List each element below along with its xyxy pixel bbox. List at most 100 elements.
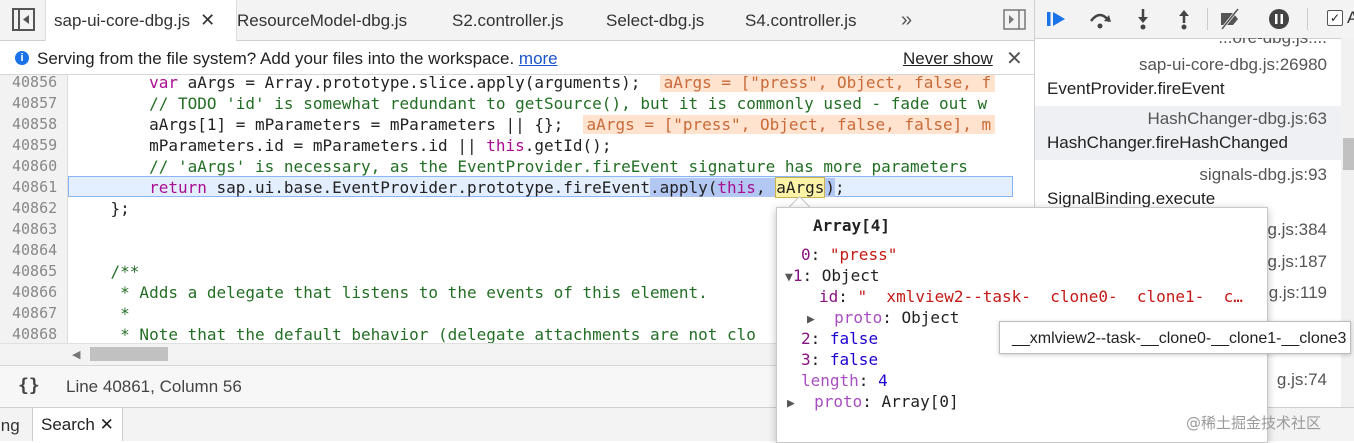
line-number[interactable]: 40858 (12, 114, 62, 135)
info-icon: i (15, 51, 29, 65)
debugger-toggle-icon[interactable] (1003, 9, 1026, 30)
code-line[interactable]: * (72, 303, 130, 324)
drawer-tab-label: Search (41, 415, 95, 434)
inline-value: aArgs = ["press", Object, false, f (659, 75, 996, 92)
frame-location: g.js:74 (1276, 370, 1327, 389)
code-text: * (72, 304, 130, 323)
scrollbar-thumb[interactable] (1343, 138, 1354, 170)
tab-label: Select-dbg.js (606, 11, 705, 30)
array-item-1[interactable]: ▼1: Object (785, 265, 880, 286)
line-number[interactable]: 40860 (12, 156, 62, 177)
code-line[interactable]: return sap.ui.base.EventProvider.prototy… (72, 177, 845, 198)
collapsed-triangle-icon[interactable]: ▶ (807, 312, 815, 327)
async-checkbox[interactable]: ✓ (1327, 10, 1343, 26)
tabs-overflow-icon[interactable]: » (901, 0, 912, 40)
tab-label: ResourceModel-dbg.js (237, 11, 408, 30)
deactivate-breakpoints-icon[interactable] (1217, 7, 1243, 31)
code-line[interactable]: * Adds a delegate that listens to the ev… (72, 282, 708, 303)
item-key: 3 (801, 350, 811, 369)
line-number[interactable]: 40859 (12, 135, 62, 156)
call-frame-partial[interactable]: ...ore-dbg.js:... (1035, 38, 1341, 52)
frame-location: signals-dbg.js:93 (1199, 165, 1327, 184)
tab-label: S4.controller.js (745, 11, 857, 30)
navigator-toggle-icon[interactable] (10, 6, 37, 33)
line-number[interactable]: 40856 (12, 75, 62, 93)
tab-close-icon[interactable]: ✕ (200, 10, 215, 30)
code-text: // TODO 'id' is somewhat redundant to ge… (72, 94, 988, 113)
item-key: id (819, 287, 839, 306)
code-text: mParameters.id = mParameters.id || this.… (72, 136, 612, 155)
code-text: * Note that the default behavior (delega… (72, 325, 756, 343)
never-show-link[interactable]: Never show (903, 49, 993, 69)
code-line[interactable]: mParameters.id = mParameters.id || this.… (72, 135, 611, 156)
code-line[interactable]: }; (72, 198, 130, 219)
item-value: " xmlview2--task- clone0- clone1- c… (857, 287, 1243, 306)
line-number[interactable]: 40865 (12, 261, 62, 282)
close-icon[interactable]: ✕ (100, 415, 114, 434)
line-number[interactable]: 40864 (12, 240, 62, 261)
close-icon[interactable]: ✕ (1006, 46, 1023, 71)
line-number[interactable]: 40866 (12, 282, 62, 303)
tab-s2-controller[interactable]: S2.controller.js (452, 0, 564, 41)
line-number[interactable]: 40863 (12, 219, 62, 240)
more-link[interactable]: more (519, 49, 558, 68)
scroll-left-icon[interactable]: ◀ (72, 348, 80, 361)
line-number[interactable]: 40867 (12, 303, 62, 324)
async-checkbox-label: A (1347, 8, 1354, 28)
tab-select[interactable]: Select-dbg.js (606, 0, 704, 41)
line-number[interactable]: 40862 (12, 198, 62, 219)
code-line[interactable]: /** (72, 261, 140, 282)
step-over-icon[interactable] (1087, 7, 1113, 31)
pause-on-exceptions-icon[interactable] (1266, 7, 1292, 31)
drawer-tab-search[interactable]: Search ✕ (32, 408, 123, 441)
line-number[interactable]: 40861 (12, 177, 62, 198)
tab-label: sap-ui-core-dbg.js (54, 11, 191, 30)
array-length[interactable]: length: 4 (801, 370, 888, 391)
code-line[interactable]: // 'aArgs' is necessary, as the EventPro… (72, 156, 968, 177)
property-proto[interactable]: ▶ proto: Object (807, 307, 959, 328)
tab-sap-ui-core[interactable]: sap-ui-core-dbg.js ✕ (45, 0, 237, 41)
debugger-toolbar: ✓ A (1035, 0, 1354, 39)
scrollbar-thumb[interactable] (90, 347, 168, 361)
item-value: Object (821, 266, 880, 285)
array-item-2[interactable]: 2: false (801, 328, 878, 349)
code-text: /** (72, 262, 140, 281)
item-key: proto (814, 392, 863, 411)
code-text: * Adds a delegate that listens to the ev… (72, 283, 708, 302)
item-key: length (801, 371, 859, 390)
frame-function: HashChanger.fireHashChanged (1047, 133, 1288, 152)
line-number-gutter[interactable]: 40856 40857 40858 40859 40860 40861 40862 40863… (0, 75, 68, 343)
code-line[interactable]: var aArgs = Array.prototype.slice.apply(… (72, 75, 996, 93)
drawer-tab-partial[interactable]: ing (0, 416, 20, 436)
pretty-print-icon[interactable]: {} (18, 375, 40, 396)
popover-title: Array[4] (813, 216, 891, 235)
line-number[interactable]: 40868 (12, 324, 62, 343)
item-key: 2 (801, 329, 811, 348)
frame-location: HashChanger-dbg.js:63 (1147, 109, 1327, 128)
code-line[interactable]: // TODO 'id' is somewhat redundant to ge… (72, 93, 987, 114)
item-value: false (829, 350, 879, 369)
code-text: var aArgs = Array.prototype.slice.apply(… (149, 75, 641, 92)
item-key: proto (834, 308, 883, 327)
step-out-icon[interactable] (1171, 7, 1197, 31)
array-proto[interactable]: ▶ proto: Array[0] (787, 391, 959, 412)
code-line[interactable]: * Note that the default behavior (delega… (72, 324, 756, 343)
resume-icon[interactable] (1045, 7, 1071, 31)
array-item-3[interactable]: 3: false (801, 349, 878, 370)
call-frame-selected[interactable]: HashChanger-dbg.js:63 HashChanger.fireHa… (1035, 106, 1341, 160)
array-item-0[interactable]: 0: "press" (801, 244, 897, 265)
call-frame[interactable]: sap-ui-core-dbg.js:26980 EventProvider.f… (1035, 52, 1341, 106)
code-text: // 'aArgs' is necessary, as the EventPro… (72, 157, 968, 176)
tab-s4-controller[interactable]: S4.controller.js (745, 0, 857, 41)
collapsed-triangle-icon[interactable]: ▶ (787, 396, 795, 411)
property-id[interactable]: id: " xmlview2--task- clone0- clone1- c… (819, 286, 1243, 307)
workspace-infobar: i Serving from the file system? Add your… (0, 41, 1034, 75)
step-into-icon[interactable] (1130, 7, 1156, 31)
frame-location: sap-ui-core-dbg.js:26980 (1138, 55, 1327, 74)
expanded-triangle-icon[interactable]: ▼ (785, 270, 793, 285)
line-number[interactable]: 40857 (12, 93, 62, 114)
call-frame[interactable]: signals-dbg.js:93 SignalBinding.execute (1035, 160, 1341, 212)
item-value: Array[0] (881, 392, 959, 411)
tab-resourcemodel[interactable]: ResourceModel-dbg.js (237, 0, 407, 41)
code-line[interactable]: aArgs[1] = mParameters = mParameters || … (72, 114, 996, 135)
